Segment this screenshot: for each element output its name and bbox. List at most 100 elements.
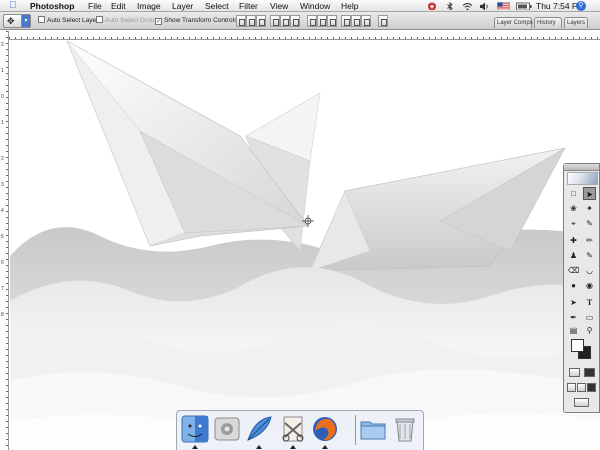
marquee-tool-icon[interactable]: □ — [567, 187, 580, 200]
align-vertical-centers-button[interactable] — [246, 15, 256, 27]
clone-stamp-tool-icon[interactable]: ♟ — [567, 249, 580, 262]
slice-tool-icon[interactable]: ✎ — [583, 217, 596, 230]
align-right-edges-button[interactable] — [290, 15, 300, 27]
brush-tool-icon[interactable]: ✏ — [583, 234, 596, 247]
move-tool-icon: ✥ — [7, 16, 15, 26]
show-transform-controls-checkbox[interactable]: ✓ Show Transform Controls — [155, 16, 237, 26]
ruler-number: 3 — [1, 182, 4, 188]
dodge-tool-icon[interactable]: ◉ — [583, 279, 596, 292]
spotlight-icon[interactable]: ⚲ — [576, 1, 586, 11]
firefox-running-indicator — [322, 445, 328, 449]
menu-layer[interactable]: Layer — [172, 0, 193, 12]
notes-tool-glyph: ▤ — [569, 326, 578, 335]
menu-edit[interactable]: Edit — [111, 0, 126, 12]
options-bar: ✥ ▾ Auto Select Layer Auto Select Groups… — [0, 12, 600, 30]
foreground-color-swatch[interactable] — [571, 339, 584, 352]
ruler-number: 2 — [1, 156, 4, 162]
checkbox-box — [38, 16, 45, 23]
menu-select[interactable]: Select — [205, 0, 229, 12]
tab-history[interactable]: History — [534, 17, 562, 28]
blur-tool-icon[interactable]: ● — [567, 279, 580, 292]
tools-palette-titlebar[interactable] — [564, 164, 599, 171]
tab-layers[interactable]: Layers — [564, 17, 588, 28]
menu-help[interactable]: Help — [341, 0, 358, 12]
lasso-tool-icon[interactable]: ❀ — [567, 202, 580, 215]
type-tool-icon[interactable]: T — [583, 296, 596, 309]
dock-separator — [355, 415, 356, 445]
auto-align-button[interactable] — [378, 15, 388, 27]
flag-icon[interactable] — [497, 2, 510, 10]
app-name-menu[interactable]: Photoshop — [30, 0, 74, 12]
photoshop-feather-icon[interactable] — [245, 415, 273, 443]
chevron-down-icon: ▾ — [21, 15, 30, 27]
ruler-number: 1 — [1, 68, 4, 74]
screen-mode-standard-button[interactable] — [567, 383, 576, 392]
pen-tool-icon[interactable]: ✒ — [567, 311, 580, 324]
healing-brush-tool-icon[interactable]: ✚ — [567, 234, 580, 247]
move-tool-icon[interactable]: ➤ — [583, 187, 596, 200]
history-brush-tool-icon[interactable]: ✎ — [583, 249, 596, 262]
align-left-edges-button[interactable] — [270, 15, 280, 27]
checkbox-box-checked: ✓ — [155, 18, 162, 25]
shape-tool-icon[interactable]: ▭ — [583, 311, 596, 324]
vertical-ruler[interactable]: 2 1 0 1 2 3 4 5 6 7 8 — [0, 31, 9, 450]
paint-bucket-tool-icon[interactable]: ◡ — [583, 264, 596, 277]
tools-palette: □ ➤ ❀ ✦ ⌖ ✎ ✚ ✏ ♟ ✎ ⌫ ◡ ● ◉ ➤ T ✒ ▭ ▤ ⚲ — [563, 163, 600, 413]
ruler-number: 6 — [1, 260, 4, 266]
menu-view[interactable]: View — [270, 0, 288, 12]
align-top-edges-button[interactable] — [236, 15, 246, 27]
apple-menu-icon[interactable]:  — [9, 0, 17, 12]
document-canvas[interactable] — [10, 41, 600, 450]
path-selection-tool-icon[interactable]: ➤ — [567, 296, 580, 309]
ruler-number: 0 — [1, 94, 4, 100]
virus-scan-icon[interactable] — [427, 2, 437, 10]
distribute-right-button[interactable] — [361, 15, 371, 27]
jump-to-imageready-button[interactable] — [574, 398, 589, 407]
artwork-paper-boats — [10, 41, 600, 450]
tab-layer-comps[interactable]: Layer Comps — [494, 17, 533, 28]
eraser-tool-icon[interactable]: ⌫ — [567, 264, 580, 277]
photoshop-feather-logo[interactable] — [567, 172, 598, 185]
script-editor-icon[interactable] — [279, 415, 307, 443]
documents-folder-icon[interactable] — [359, 415, 387, 443]
tool-preset-picker[interactable]: ✥ ▾ — [3, 14, 31, 28]
distribute-bottom-button[interactable] — [327, 15, 337, 27]
menu-image[interactable]: Image — [137, 0, 161, 12]
finder-running-indicator — [192, 445, 198, 449]
photoshop-running-indicator — [256, 445, 262, 449]
quick-mask-mode-button[interactable] — [584, 368, 595, 377]
photoshop-screen:  Photoshop File Edit Image Layer Select… — [0, 0, 600, 450]
magic-wand-tool-icon[interactable]: ✦ — [583, 202, 596, 215]
auto-select-groups-checkbox[interactable]: Auto Select Groups — [96, 16, 161, 26]
finder-icon[interactable] — [181, 415, 209, 443]
ruler-number: 1 — [1, 120, 4, 126]
script-editor-running-indicator — [290, 445, 296, 449]
menu-bar:  Photoshop File Edit Image Layer Select… — [0, 0, 600, 12]
align-horizontal-centers-button[interactable] — [280, 15, 290, 27]
checkbox-box — [96, 16, 103, 23]
distribute-hcenter-button[interactable] — [351, 15, 361, 27]
volume-icon[interactable] — [479, 2, 489, 10]
horizontal-ruler[interactable] — [9, 31, 600, 40]
bluetooth-icon[interactable] — [446, 2, 454, 10]
auto-select-layer-checkbox[interactable]: Auto Select Layer — [38, 16, 98, 26]
distribute-left-button[interactable] — [341, 15, 351, 27]
ruler-number: 2 — [1, 42, 4, 48]
menu-filter[interactable]: Filter — [239, 0, 258, 12]
wifi-icon[interactable] — [462, 2, 473, 10]
system-preferences-icon[interactable] — [213, 415, 241, 443]
align-bottom-edges-button[interactable] — [256, 15, 266, 27]
screen-mode-full-button[interactable] — [587, 383, 596, 392]
eyedropper-tool-icon[interactable]: ⚲ — [583, 324, 596, 337]
distribute-top-button[interactable] — [307, 15, 317, 27]
menu-window[interactable]: Window — [300, 0, 330, 12]
battery-icon[interactable] — [516, 2, 532, 10]
crop-tool-icon[interactable]: ⌖ — [567, 217, 580, 230]
palette-well: Layer Comps History Layers — [494, 14, 600, 29]
trash-icon[interactable] — [391, 415, 419, 443]
distribute-vcenter-button[interactable] — [317, 15, 327, 27]
firefox-icon[interactable] — [311, 415, 339, 443]
menu-file[interactable]: File — [88, 0, 102, 12]
standard-mode-button[interactable] — [569, 368, 580, 377]
screen-mode-maximized-button[interactable] — [577, 383, 586, 392]
